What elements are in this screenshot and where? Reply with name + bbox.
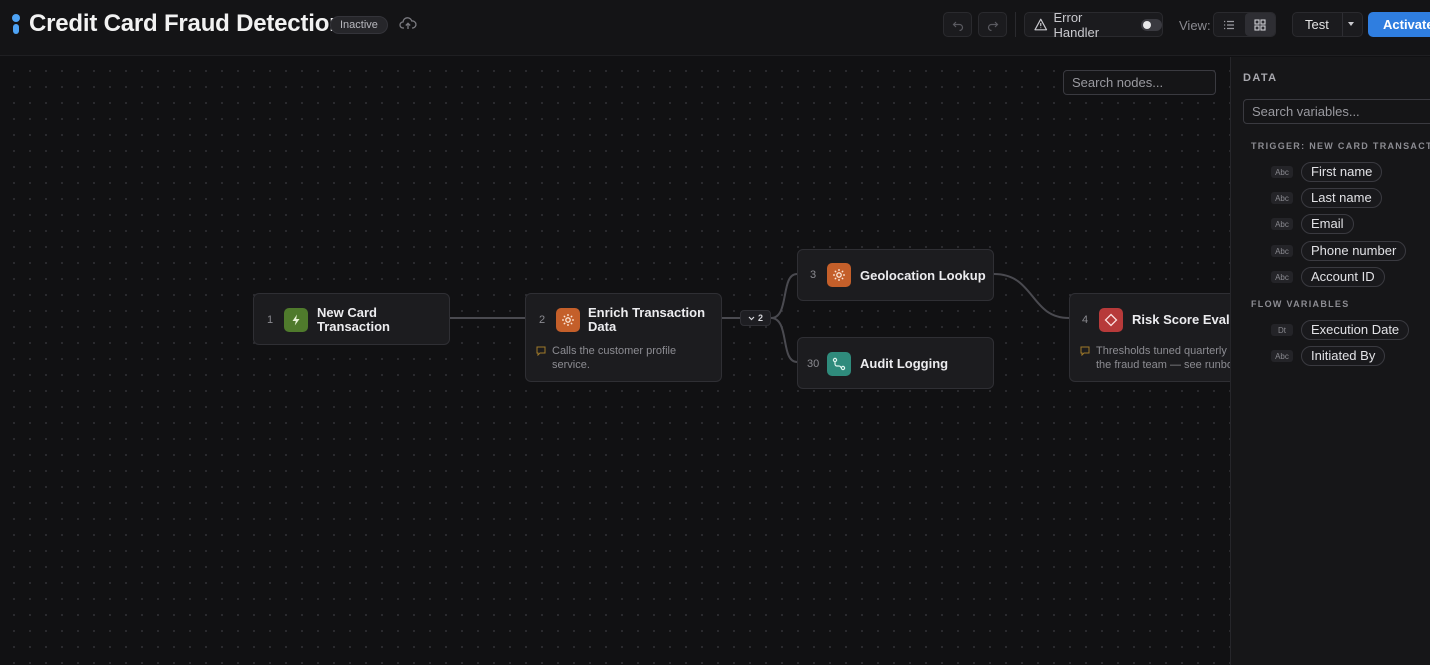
variable-row[interactable]: Abc Last name [1271,188,1382,208]
node-note-line1: Thresholds tuned quarterly by [1096,345,1242,357]
branch-count: 2 [757,313,763,323]
node-label-line2: Data [588,319,617,334]
app-logo-icon [12,14,20,34]
workflow-canvas[interactable]: 1 New Card Transaction 2 Enrich Transact… [0,57,1269,665]
edge-merge-3 [770,273,798,319]
gear-icon [827,263,851,287]
panel-title: DATA [1243,72,1278,84]
node-label-line2: Transaction [317,319,390,334]
error-handler-button[interactable]: Error Handler [1024,9,1163,40]
error-handler-toggle[interactable] [1140,18,1162,31]
flow-variables-section-title: FLOW VARIABLES [1251,299,1350,309]
node-geolocation-lookup[interactable]: 3 Geolocation Lookup [797,249,994,301]
node-note-line2: service. [552,359,590,371]
variable-pill[interactable]: Account ID [1301,267,1385,287]
list-view-button[interactable] [1214,13,1245,36]
node-number: 2 [539,314,546,326]
node-number: 4 [1082,314,1089,326]
undo-button[interactable] [943,12,972,37]
redo-icon [987,21,998,31]
diamond-icon [1099,308,1123,332]
view-switcher [1213,12,1276,37]
cloud-upload-icon[interactable] [399,16,417,32]
test-split-divider [1342,13,1343,36]
node-enrich-transaction-data[interactable]: 2 Enrich Transaction Data Calls the cust… [525,293,722,382]
test-dropdown-caret-icon[interactable] [1348,22,1354,26]
trigger-section-title: TRIGGER: NEW CARD TRANSACTION [1251,141,1430,151]
data-panel: DATA TRIGGER: NEW CARD TRANSACTION Abc F… [1230,57,1430,665]
node-label: New Card Transaction [317,306,390,334]
error-handler-label: Error Handler [1053,9,1100,40]
status-badge: Inactive [330,16,388,34]
variable-type-badge: Abc [1271,350,1293,362]
edge-3-4 [993,273,1070,319]
node-number: 3 [810,269,817,281]
node-label: Geolocation Lookup [860,268,986,283]
variable-pill[interactable]: Email [1301,214,1354,234]
chevron-down-icon [748,316,755,320]
workflow-title[interactable]: Credit Card Fraud Detection [29,10,344,38]
branch-count-badge[interactable]: 2 [740,310,771,326]
node-label-line1: Enrich Transaction [588,305,706,320]
node-note-line2: the fraud team — see runbook. [1096,359,1248,371]
variable-row[interactable]: Abc Account ID [1271,267,1385,287]
grid-view-button[interactable] [1244,13,1275,36]
toolbar-divider [1015,12,1016,37]
node-audit-logging[interactable]: 30 Audit Logging [797,337,994,389]
test-label: Test [1305,17,1329,32]
variable-type-badge: Abc [1271,245,1293,257]
node-note: Thresholds tuned quarterly by the fraud … [1096,344,1248,372]
bolt-icon [284,308,308,332]
node-note-line1: Calls the customer profile [552,345,677,357]
node-note: Calls the customer profile service. [552,344,676,372]
edge-merge-30 [770,317,798,363]
variable-row[interactable]: Abc Email [1271,214,1354,234]
route-icon [827,352,851,376]
top-bar: Credit Card Fraud Detection Inactive Err… [0,0,1430,56]
gear-icon [556,308,580,332]
variable-type-badge: Dt [1271,324,1293,336]
comment-icon [1080,346,1090,356]
variable-type-badge: Abc [1271,192,1293,204]
variable-type-badge: Abc [1271,166,1293,178]
view-label: View: [1179,18,1211,33]
redo-button[interactable] [978,12,1007,37]
variable-type-badge: Abc [1271,271,1293,283]
comment-icon [536,346,546,356]
variable-pill[interactable]: Initiated By [1301,346,1386,366]
variable-row[interactable]: Abc First name [1271,162,1383,182]
node-label-line1: New Card [317,305,377,320]
variable-type-badge: Abc [1271,218,1293,230]
variable-pill[interactable]: First name [1301,162,1383,182]
node-number: 1 [267,314,274,326]
node-label: Enrich Transaction Data [588,306,705,334]
variable-pill[interactable]: Execution Date [1301,320,1410,340]
search-nodes-input[interactable] [1063,70,1216,95]
variable-row[interactable]: Dt Execution Date [1271,320,1410,340]
warning-icon [1034,18,1048,31]
activate-button[interactable]: Activate [1368,12,1430,37]
variable-row[interactable]: Abc Initiated By [1271,346,1386,366]
node-new-card-transaction[interactable]: 1 New Card Transaction [253,293,450,345]
grid-icon [1254,18,1266,31]
variable-row[interactable]: Abc Phone number [1271,241,1407,261]
test-button[interactable]: Test [1292,12,1363,37]
search-variables-input[interactable] [1243,99,1430,124]
undo-icon [952,21,963,31]
node-number: 30 [807,358,820,370]
variable-pill[interactable]: Last name [1301,188,1382,208]
list-icon [1224,20,1235,29]
variable-pill[interactable]: Phone number [1301,241,1407,261]
node-label: Audit Logging [860,356,949,371]
